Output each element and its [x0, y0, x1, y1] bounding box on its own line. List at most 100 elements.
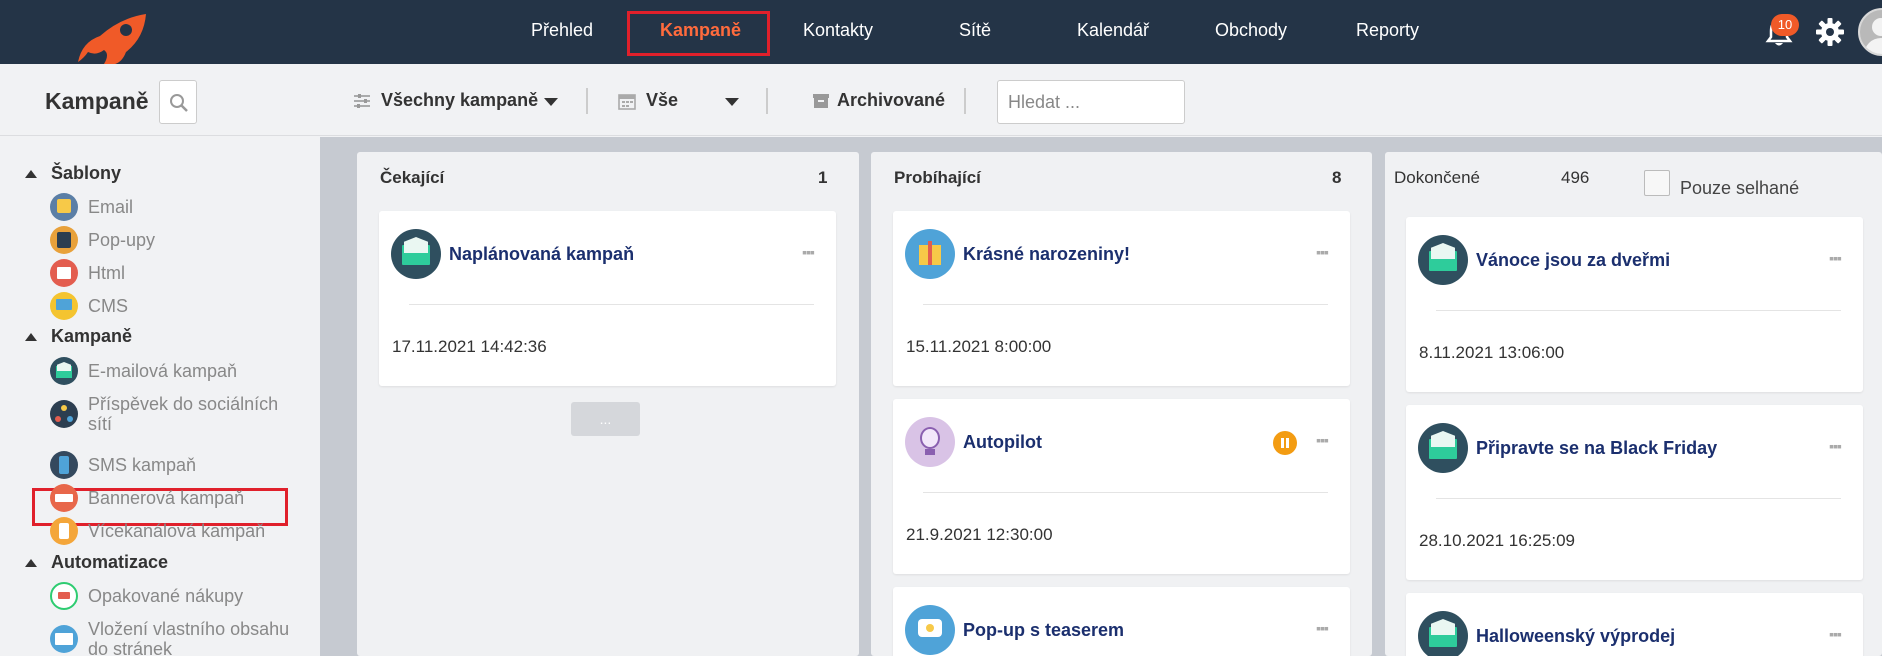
sidebar-item-popupy[interactable]: Pop-upy — [50, 226, 155, 254]
column-count: 496 — [1561, 168, 1590, 187]
sidebar-group-sablony[interactable]: Šablony — [25, 163, 121, 184]
failed-only-label[interactable]: Pouze selhané — [1680, 178, 1799, 199]
campaign-name[interactable]: Krásné narozeniny! — [963, 244, 1130, 265]
toolbar: Kampaně Všechny kampaně Vše Archivované — [0, 64, 1882, 136]
sidebar-item-cms[interactable]: CMS — [50, 292, 128, 320]
nav-kalendar[interactable]: Kalendář — [1077, 20, 1149, 41]
user-avatar[interactable] — [1858, 8, 1882, 56]
archive-icon — [813, 94, 829, 108]
campaign-card[interactable]: Halloweenský výprodej ▪▪▪ — [1406, 593, 1863, 656]
email-template-icon — [50, 193, 78, 221]
campaign-name[interactable]: Připravte se na Black Friday — [1476, 438, 1717, 459]
web-content-icon — [50, 625, 78, 653]
archived-filter-button[interactable]: Archivované — [837, 90, 945, 111]
cart-icon — [50, 582, 78, 610]
search-icon — [170, 94, 188, 112]
cms-template-icon — [50, 292, 78, 320]
nav-reporty[interactable]: Reporty — [1356, 20, 1419, 41]
column-count: 8 — [1332, 168, 1342, 187]
campaign-date: 28.10.2021 16:25:09 — [1419, 531, 1575, 550]
collapse-triangle-icon — [25, 332, 37, 341]
sidebar-group-kampane[interactable]: Kampaně — [25, 326, 132, 347]
collapse-triangle-icon — [25, 558, 37, 567]
sidebar-item-multichannel[interactable]: Vícekanálová kampaň — [50, 517, 265, 545]
campaign-card[interactable]: Vánoce jsou za dveřmi ▪▪▪ 8.11.2021 13:0… — [1406, 217, 1863, 392]
envelope-icon — [1418, 235, 1468, 285]
campaign-name[interactable]: Halloweenský výprodej — [1476, 626, 1675, 647]
time-filter-dropdown[interactable]: Vše — [646, 90, 678, 111]
sidebar-item-banner[interactable]: Bannerová kampaň — [50, 484, 244, 512]
share-icon — [50, 400, 78, 428]
toolbar-divider — [766, 88, 768, 114]
sms-phone-icon — [50, 451, 78, 479]
sidebar-item-repeat-purchases[interactable]: Opakované nákupy — [50, 582, 243, 610]
card-divider — [923, 304, 1328, 305]
sliders-icon — [354, 94, 370, 108]
gift-icon — [905, 229, 955, 279]
top-navigation: Přehled Kampaně Kontakty Sítě Kalendář O… — [0, 0, 1882, 64]
load-more-button[interactable]: ... — [571, 402, 640, 436]
campaign-card[interactable]: Připravte se na Black Friday ▪▪▪ 28.10.2… — [1406, 405, 1863, 580]
envelope-icon — [50, 357, 78, 385]
rocket-logo-icon[interactable] — [74, 12, 156, 64]
chat-bubble-icon — [905, 605, 955, 655]
more-options-icon[interactable]: ▪▪▪ — [802, 244, 815, 260]
campaign-name[interactable]: Naplánovaná kampaň — [449, 244, 634, 265]
campaign-name[interactable]: Autopilot — [963, 432, 1042, 453]
search-input[interactable] — [997, 80, 1185, 124]
column-title: Čekající — [380, 168, 445, 187]
chevron-down-icon[interactable] — [544, 98, 558, 106]
pause-icon[interactable] — [1273, 431, 1297, 455]
campaign-name[interactable]: Pop-up s teaserem — [963, 620, 1124, 641]
column-title: Probíhající — [894, 168, 981, 187]
nav-kontakty[interactable]: Kontakty — [803, 20, 873, 41]
campaign-date: 15.11.2021 8:00:00 — [906, 337, 1052, 356]
campaign-card[interactable]: Naplánovaná kampaň ▪▪▪ 17.11.2021 14:42:… — [379, 211, 836, 386]
gear-icon[interactable] — [1815, 17, 1845, 47]
more-options-icon[interactable]: ▪▪▪ — [1829, 438, 1842, 454]
more-options-icon[interactable]: ▪▪▪ — [1316, 244, 1329, 260]
sidebar-item-custom-content[interactable]: Vložení vlastního obsahu do stránek — [50, 619, 290, 656]
campaign-name[interactable]: Vánoce jsou za dveřmi — [1476, 250, 1670, 271]
notification-badge: 10 — [1771, 14, 1799, 36]
popup-template-icon — [50, 226, 78, 254]
campaign-card[interactable]: Pop-up s teaserem ▪▪▪ — [893, 587, 1350, 656]
more-options-icon[interactable]: ▪▪▪ — [1829, 250, 1842, 266]
failed-only-checkbox[interactable] — [1644, 170, 1670, 196]
sidebar-item-social-post[interactable]: Příspěvek do sociálních sítí — [50, 394, 290, 434]
campaign-date: 17.11.2021 14:42:36 — [392, 337, 547, 356]
column-title: Dokončené — [1394, 168, 1481, 187]
lightbulb-icon — [905, 417, 955, 467]
page-title: Kampaně — [45, 88, 149, 114]
nav-obchody[interactable]: Obchody — [1215, 20, 1287, 41]
sidebar-item-email[interactable]: Email — [50, 193, 133, 221]
more-options-icon[interactable]: ▪▪▪ — [1316, 620, 1329, 636]
campaign-filter-dropdown[interactable]: Všechny kampaně — [381, 90, 538, 111]
campaign-date: 21.9.2021 12:30:00 — [906, 525, 1053, 544]
multichannel-icon — [50, 517, 78, 545]
card-divider — [1436, 498, 1841, 499]
toolbar-divider — [964, 88, 966, 114]
more-options-icon[interactable]: ▪▪▪ — [1829, 626, 1842, 642]
nav-site[interactable]: Sítě — [959, 20, 991, 41]
sidebar-item-email-campaign[interactable]: E-mailová kampaň — [50, 357, 237, 385]
html-template-icon — [50, 259, 78, 287]
banner-icon — [50, 484, 78, 512]
nav-kampane-highlight — [627, 11, 770, 56]
envelope-icon — [1418, 611, 1468, 656]
column-count: 1 — [818, 168, 828, 187]
envelope-icon — [1418, 423, 1468, 473]
campaign-date: 8.11.2021 13:06:00 — [1419, 343, 1565, 362]
sidebar-search-button[interactable] — [159, 80, 197, 124]
sidebar-group-automatizace[interactable]: Automatizace — [25, 552, 168, 573]
sidebar-item-html[interactable]: Html — [50, 259, 125, 287]
card-divider — [1436, 310, 1841, 311]
sidebar-item-sms[interactable]: SMS kampaň — [50, 451, 196, 479]
sidebar: Šablony Email Pop-upy Html CMS Kampaně E… — [0, 137, 320, 656]
campaign-card[interactable]: Autopilot ▪▪▪ 21.9.2021 12:30:00 — [893, 399, 1350, 574]
more-options-icon[interactable]: ▪▪▪ — [1316, 432, 1329, 448]
campaign-card[interactable]: Krásné narozeniny! ▪▪▪ 15.11.2021 8:00:0… — [893, 211, 1350, 386]
nav-prehled[interactable]: Přehled — [531, 20, 593, 41]
chevron-down-icon[interactable] — [725, 98, 739, 106]
toolbar-divider — [586, 88, 588, 114]
